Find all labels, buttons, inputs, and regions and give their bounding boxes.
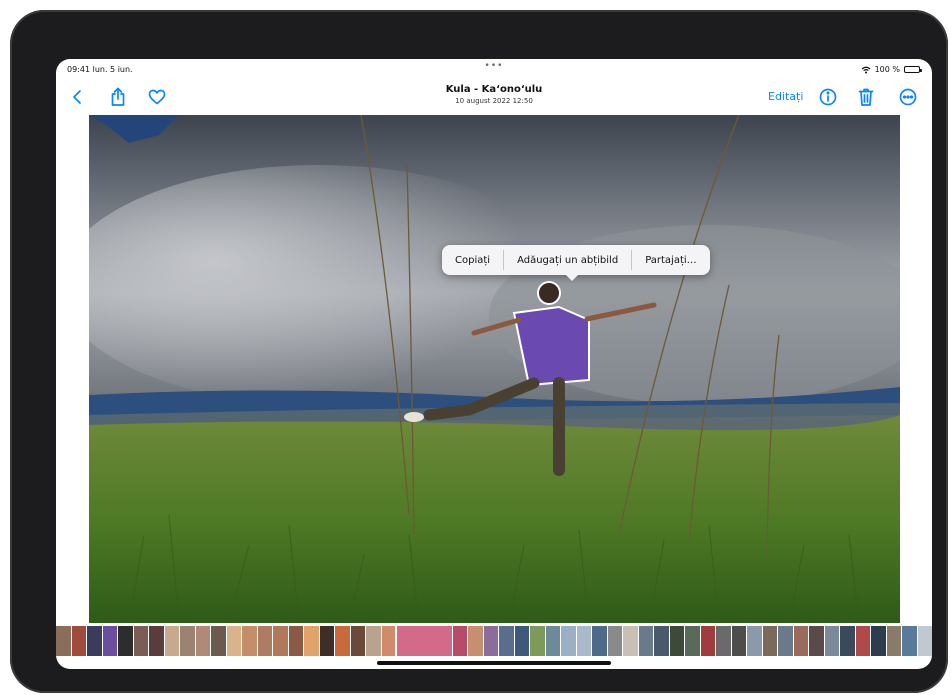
- filmstrip-thumbnail[interactable]: [335, 626, 350, 656]
- landscape-photo: [89, 115, 900, 623]
- ellipsis-circle-icon: [899, 88, 917, 106]
- add-sticker-menu-item[interactable]: Adăugați un abțibild: [504, 245, 631, 275]
- filmstrip-thumbnail[interactable]: [576, 626, 591, 656]
- chevron-left-icon: [73, 90, 81, 104]
- info-button[interactable]: [816, 85, 840, 109]
- multitasking-dots[interactable]: •••: [485, 61, 504, 71]
- filmstrip-thumbnail[interactable]: [731, 626, 746, 656]
- wifi-icon: [861, 66, 870, 73]
- filmstrip-thumbnail[interactable]: [149, 626, 164, 656]
- filmstrip-thumbnail[interactable]: [211, 626, 226, 656]
- favorite-button[interactable]: [145, 85, 169, 109]
- filmstrip-thumbnail[interactable]: [824, 626, 839, 656]
- filmstrip-thumbnail[interactable]: [381, 626, 396, 656]
- filmstrip-thumbnail[interactable]: [716, 626, 731, 656]
- filmstrip-thumbnail[interactable]: [840, 626, 855, 656]
- filmstrip-thumbnail[interactable]: [118, 626, 133, 656]
- filmstrip-thumbnail[interactable]: [778, 626, 793, 656]
- filmstrip-thumbnail[interactable]: [273, 626, 288, 656]
- battery-icon: [904, 66, 922, 73]
- heart-icon: [148, 89, 166, 105]
- photo-navbar: Kula - Ka‘ono‘ulu 10 august 2022 12:50 E…: [56, 77, 932, 115]
- filmstrip-thumbnail[interactable]: [56, 626, 71, 656]
- filmstrip-thumbnail[interactable]: [257, 626, 272, 656]
- status-bar: 09:41 lun. 5 iun. ••• 100 %: [56, 59, 932, 77]
- filmstrip-thumbnail[interactable]: [592, 626, 607, 656]
- filmstrip-thumbnail[interactable]: [71, 626, 86, 656]
- filmstrip-thumbnail[interactable]: [902, 626, 917, 656]
- filmstrip-thumbnail[interactable]: [226, 626, 241, 656]
- filmstrip-thumbnail[interactable]: [545, 626, 560, 656]
- filmstrip-thumbnail[interactable]: [747, 626, 762, 656]
- share-menu-item[interactable]: Partajați…: [632, 245, 709, 275]
- filmstrip-thumbnail[interactable]: [669, 626, 684, 656]
- filmstrip-thumbnail[interactable]: [164, 626, 179, 656]
- photo-filmstrip[interactable]: [56, 624, 932, 658]
- filmstrip-thumbnail[interactable]: [561, 626, 576, 656]
- filmstrip-thumbnail[interactable]: [793, 626, 808, 656]
- more-button[interactable]: [896, 85, 920, 109]
- filmstrip-thumbnail[interactable]: [638, 626, 653, 656]
- filmstrip-thumbnail[interactable]: [762, 626, 777, 656]
- share-button[interactable]: [106, 85, 130, 109]
- filmstrip-thumbnail[interactable]: [102, 626, 117, 656]
- filmstrip-thumbnail[interactable]: [468, 626, 483, 656]
- filmstrip-thumbnail[interactable]: [886, 626, 901, 656]
- filmstrip-thumbnail[interactable]: [530, 626, 545, 656]
- home-indicator[interactable]: [377, 661, 611, 665]
- filmstrip-thumbnail[interactable]: [871, 626, 886, 656]
- ipad-screen: 09:41 lun. 5 iun. ••• 100 % Kula - Ka‘on…: [56, 59, 932, 669]
- filmstrip-thumbnail[interactable]: [483, 626, 498, 656]
- photo-title-block: Kula - Ka‘ono‘ulu 10 august 2022 12:50: [446, 84, 543, 105]
- filmstrip-thumbnail[interactable]: [242, 626, 257, 656]
- edit-button[interactable]: Editați: [768, 90, 803, 103]
- filmstrip-thumbnail[interactable]: [366, 626, 381, 656]
- photo-location-title: Kula - Ka‘ono‘ulu: [445, 84, 543, 95]
- photo-view[interactable]: Copiați Adăugați un abțibild Partajați…: [89, 115, 900, 623]
- status-date: lun. 5 iun.: [92, 65, 133, 74]
- filmstrip-thumbnail[interactable]: [654, 626, 669, 656]
- status-time: 09:41 lun. 5 iun.: [67, 65, 133, 74]
- filmstrip-thumbnail[interactable]: [319, 626, 334, 656]
- status-clock: 09:41: [67, 65, 91, 74]
- filmstrip-thumbnail[interactable]: [87, 626, 102, 656]
- filmstrip-thumbnail[interactable]: [685, 626, 700, 656]
- filmstrip-thumbnail[interactable]: [514, 626, 529, 656]
- filmstrip-thumbnail[interactable]: [855, 626, 870, 656]
- info-icon: [819, 88, 837, 106]
- back-button[interactable]: [66, 85, 90, 109]
- filmstrip-thumbnail[interactable]: [395, 624, 454, 658]
- battery-percent: 100 %: [874, 65, 900, 74]
- filmstrip-thumbnail[interactable]: [607, 626, 622, 656]
- share-icon: [111, 87, 125, 106]
- filmstrip-thumbnail[interactable]: [350, 626, 365, 656]
- filmstrip-thumbnail[interactable]: [452, 626, 467, 656]
- filmstrip-thumbnail[interactable]: [623, 626, 638, 656]
- photo-datetime: 10 august 2022 12:50: [455, 97, 533, 105]
- ipad-bezel: 09:41 lun. 5 iun. ••• 100 % Kula - Ka‘on…: [10, 10, 948, 693]
- filmstrip-thumbnail[interactable]: [133, 626, 148, 656]
- filmstrip-thumbnail[interactable]: [917, 626, 932, 656]
- copy-menu-item[interactable]: Copiați: [442, 245, 503, 275]
- status-right: 100 %: [861, 65, 922, 74]
- filmstrip-thumbnail[interactable]: [700, 626, 715, 656]
- filmstrip-thumbnail[interactable]: [809, 626, 824, 656]
- filmstrip-thumbnail[interactable]: [180, 626, 195, 656]
- delete-button[interactable]: [854, 85, 878, 109]
- trash-icon: [858, 88, 874, 106]
- filmstrip-thumbnail[interactable]: [499, 626, 514, 656]
- filmstrip-thumbnail[interactable]: [304, 626, 319, 656]
- filmstrip-thumbnail[interactable]: [195, 626, 210, 656]
- filmstrip-thumbnail[interactable]: [288, 626, 303, 656]
- context-menu: Copiați Adăugați un abțibild Partajați…: [442, 245, 710, 281]
